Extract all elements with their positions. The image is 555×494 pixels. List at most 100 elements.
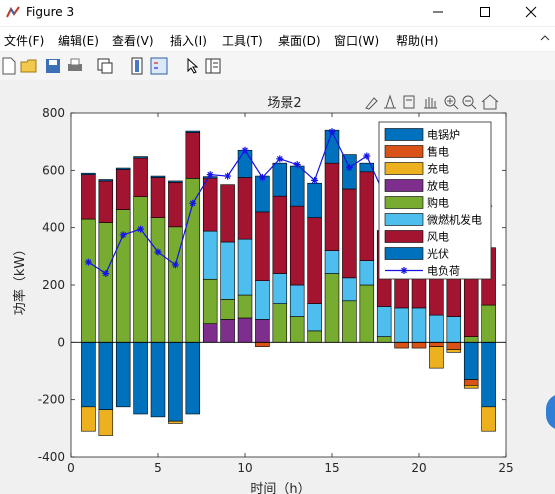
bar-购电 (289, 316, 305, 343)
bar-购电 (150, 217, 166, 343)
y-axis-label: 功率（kW） (12, 243, 28, 315)
bar-售电 (429, 342, 444, 347)
bar-充电 (81, 406, 96, 432)
legend-swatch (384, 196, 424, 209)
x-tick-label: 25 (498, 461, 513, 475)
bar-风电 (359, 171, 375, 261)
bar-风电 (324, 162, 340, 251)
bar-电锅炉 (185, 342, 201, 415)
legend-item-购电: 购电 (384, 196, 449, 210)
legend-label: 微燃机发电 (427, 213, 482, 227)
bar-风电 (255, 211, 270, 281)
x-tick-label: 0 (67, 461, 75, 475)
y-tick-label: 400 (42, 221, 65, 235)
bar-风电 (289, 205, 305, 286)
legend-label: 光伏 (427, 247, 449, 261)
legend-item-放电: 放电 (384, 179, 449, 193)
bar-售电 (255, 342, 270, 347)
legend-swatch (384, 247, 424, 260)
bar-风电 (98, 180, 114, 223)
y-tick-label: -400 (38, 450, 65, 464)
x-tick-label: 15 (324, 461, 339, 475)
bar-风电 (150, 177, 166, 218)
bar-微燃机发电 (324, 250, 340, 274)
bar-chart: 0 5 10 15 20 25 -400 -200 0 200 400 600 800 场景2 时间（h… (12, 96, 514, 494)
bar-电锅炉 (168, 342, 183, 422)
bar-售电 (463, 379, 479, 386)
bar-电锅炉 (481, 342, 496, 408)
load-point (328, 128, 336, 136)
bar-光伏 (255, 175, 270, 213)
legend-item-售电: 售电 (384, 145, 449, 159)
bar-微燃机发电 (394, 307, 409, 343)
bar-风电 (168, 182, 183, 228)
x-tick-label: 10 (237, 461, 252, 475)
bar-风电 (220, 184, 235, 243)
bar-光伏 (185, 130, 201, 133)
load-point (137, 225, 145, 233)
legend-swatch (384, 145, 424, 158)
bar-放电 (237, 317, 253, 343)
legend[interactable]: 电锅炉售电充电放电购电微燃机发电风电光伏电负荷 (378, 121, 492, 280)
legend-label: 购电 (427, 196, 449, 210)
bar-电锅炉 (463, 342, 479, 380)
bar-电锅炉 (133, 342, 148, 415)
bar-微燃机发电 (272, 273, 288, 304)
bar-光伏 (115, 167, 131, 170)
bar-电锅炉 (81, 342, 96, 408)
bar-售电 (394, 342, 409, 349)
legend-label: 售电 (427, 145, 449, 159)
load-point (224, 172, 232, 180)
legend-swatch (384, 230, 424, 243)
bar-微燃机发电 (411, 307, 427, 343)
legend-swatch (384, 213, 424, 226)
bar-微燃机发电 (446, 316, 462, 343)
bar-电锅炉 (150, 342, 166, 418)
legend-label: 充电 (427, 162, 449, 176)
bar-光伏 (81, 172, 96, 175)
bar-充电 (463, 385, 479, 389)
legend-swatch (384, 128, 424, 141)
bar-微燃机发电 (376, 306, 392, 337)
bar-充电 (98, 409, 114, 436)
bar-放电 (220, 319, 235, 343)
bar-充电 (481, 406, 496, 432)
bar-微燃机发电 (359, 260, 375, 286)
legend-item-光伏: 光伏 (384, 247, 449, 261)
y-tick-label: 0 (57, 335, 65, 349)
bar-光伏 (237, 149, 253, 178)
bar-微燃机发电 (202, 230, 218, 280)
legend-label: 电锅炉 (427, 129, 460, 142)
bar-购电 (376, 336, 392, 343)
bar-购电 (481, 304, 496, 343)
bar-购电 (463, 336, 479, 343)
bar-放电 (202, 323, 218, 343)
x-axis-label: 时间（h） (250, 482, 310, 494)
y-tick-label: 800 (42, 106, 65, 120)
bar-购电 (133, 196, 148, 343)
bar-放电 (255, 319, 270, 343)
bar-充电 (429, 346, 444, 369)
bar-购电 (359, 284, 375, 343)
bar-光伏 (342, 154, 357, 190)
legend-item-电锅炉: 电锅炉 (384, 128, 460, 142)
chart-title: 场景2 (267, 96, 301, 111)
load-point (206, 171, 214, 179)
bar-电锅炉 (98, 342, 114, 411)
load-point (189, 199, 197, 207)
bar-风电 (133, 157, 148, 198)
bar-光伏 (168, 180, 183, 183)
bar-购电 (272, 303, 288, 343)
load-point (119, 231, 127, 239)
y-tick-label: -200 (38, 393, 65, 407)
x-tick-label: 5 (154, 461, 162, 475)
bar-微燃机发电 (429, 314, 444, 343)
bar-风电 (307, 217, 322, 304)
bar-购电 (81, 218, 96, 343)
bar-微燃机发电 (289, 284, 305, 317)
bar-购电 (220, 299, 235, 320)
bar-微燃机发电 (220, 241, 235, 300)
y-tick-label: 600 (42, 163, 65, 177)
legend-swatch (384, 179, 424, 192)
load-point (154, 248, 162, 256)
